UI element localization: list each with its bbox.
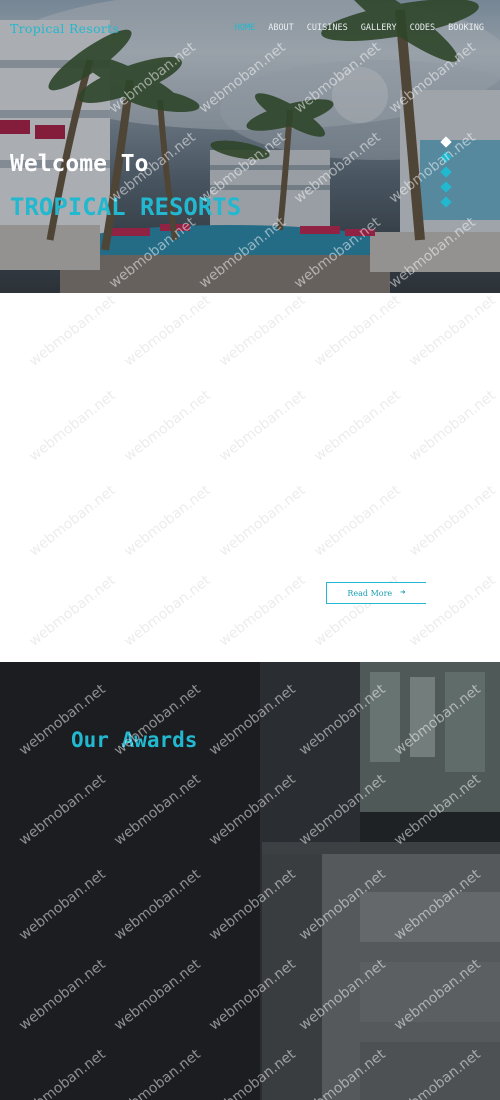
arrow-right-icon: ➜: [400, 588, 406, 598]
slider-indicators: [440, 136, 452, 208]
hero-banner: Tropical Resorts HOME ABOUT CUISINES GAL…: [0, 0, 500, 293]
slider-dot-5[interactable]: [440, 196, 452, 208]
brand-logo[interactable]: Tropical Resorts: [10, 21, 119, 36]
nav-gallery[interactable]: GALLERY: [361, 23, 397, 33]
slider-dot-4[interactable]: [440, 181, 452, 193]
hero-subheading: TROPICAL RESORTS: [10, 193, 242, 221]
about-section: webmoban.net webmoban.net webmoban.net w…: [0, 293, 500, 662]
awards-title: Our Awards: [71, 728, 198, 752]
nav-home[interactable]: HOME: [235, 23, 255, 33]
nav-about[interactable]: ABOUT: [268, 23, 294, 33]
hero-overlay: [0, 0, 500, 293]
slider-dot-2[interactable]: [440, 151, 452, 163]
middle-watermark: webmoban.net webmoban.net webmoban.net w…: [26, 293, 499, 650]
read-more-label: Read More: [347, 588, 393, 598]
slider-dot-1[interactable]: [440, 136, 452, 148]
nav-codes[interactable]: CODES: [410, 23, 436, 33]
slider-dot-3[interactable]: [440, 166, 452, 178]
nav-booking[interactable]: BOOKING: [448, 23, 484, 33]
awards-section: Our Awards webmoban.net webmoban.net web…: [0, 662, 500, 1100]
main-nav: HOME ABOUT CUISINES GALLERY CODES BOOKIN…: [235, 23, 484, 33]
hero-heading: Welcome To: [10, 151, 149, 177]
nav-cuisines[interactable]: CUISINES: [307, 23, 348, 33]
read-more-button[interactable]: Read More ➜: [326, 582, 426, 604]
